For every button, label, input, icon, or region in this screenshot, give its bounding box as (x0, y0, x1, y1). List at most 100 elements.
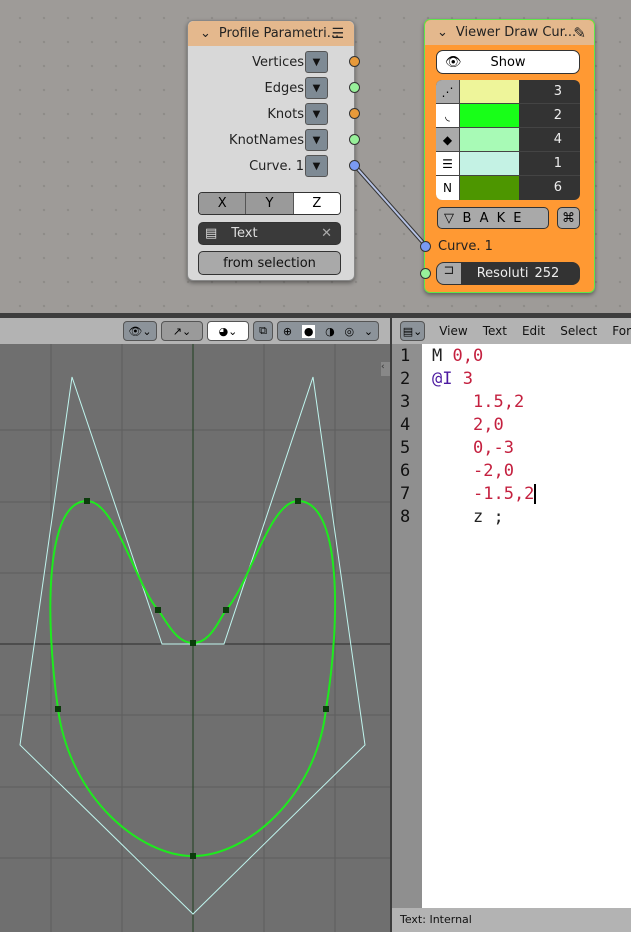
rendered-icon[interactable]: ◎ (345, 325, 355, 338)
text-editor[interactable]: ▤⌄ View Text Edit Select For 1 2 3 4 5 6… (392, 318, 631, 932)
code-line: -2,0 (473, 461, 514, 481)
clear-icon[interactable]: ✕ (321, 226, 332, 241)
curve-icon[interactable]: ◟ (436, 104, 460, 127)
3d-viewport[interactable]: 👁⌄ ↗⌄ ◕⌄ ⧉ ⊕ ● ◑ ◎ ⌄ ‹ (0, 318, 390, 932)
overlays-icon: ◕⌄ (218, 324, 238, 338)
menu-icon[interactable]: ☰ (331, 26, 344, 42)
output-edges: Edges (264, 80, 305, 96)
text-icon: ▤ (205, 226, 218, 241)
axis-y-button[interactable]: Y (246, 193, 294, 214)
bake-label: B A K E (462, 210, 524, 226)
eye-icon: 👁 (445, 54, 462, 70)
gizmo-button[interactable]: ↗⌄ (161, 321, 203, 341)
display-settings-grid: ⋰ 3 ◟ 2 ◆ 4 ☰ 1 N 6 (436, 80, 580, 200)
axis-selector: X Y Z (198, 192, 341, 215)
knot-color-swatch[interactable] (460, 128, 519, 151)
xray-icon: ⧉ (259, 324, 267, 337)
socket-edges[interactable] (349, 82, 360, 93)
input-curve-label: Curve. 1 (438, 239, 493, 254)
shading-dropdown-icon[interactable]: ⌄ (364, 325, 373, 338)
menu-edit[interactable]: Edit (522, 324, 545, 338)
vertex-color-swatch[interactable] (460, 80, 519, 103)
pencil-icon[interactable]: ✎ (573, 24, 586, 42)
node-editor[interactable]: ⌄ Profile Parametri... ☰ Vertices ▼ Edges ▼ … (0, 0, 631, 313)
text-field-value: Text (231, 226, 258, 241)
normal-size-field[interactable]: 6 (519, 176, 580, 200)
solid-icon[interactable]: ● (301, 324, 316, 338)
visibility-selectability-button[interactable]: 👁⌄ (123, 321, 157, 341)
text-editor-icon: ▤⌄ (402, 324, 423, 338)
sidebar-toggle-icon[interactable]: ‹ (381, 362, 390, 376)
output-curve: Curve. 1 (249, 158, 304, 174)
code-area[interactable]: M 0,0 @I 3 1.5,2 2,0 0,-3 -2,0 -1.5,2 z … (392, 344, 631, 908)
eye-cursor-icon: 👁⌄ (128, 324, 152, 338)
edges-icon[interactable]: ☰ (436, 152, 460, 175)
axis-z-button[interactable]: Z (293, 193, 340, 214)
socket-vertices[interactable] (349, 56, 360, 67)
bake-options-icon: ⌘ (562, 210, 575, 226)
dropdown-button[interactable]: ▼ (305, 77, 328, 99)
edge-color-swatch[interactable] (460, 152, 519, 175)
code-line: 2,0 (473, 415, 504, 435)
dropdown-button[interactable]: ▼ (305, 129, 328, 151)
code-line: 0,-3 (473, 438, 514, 458)
menu-select[interactable]: Select (560, 324, 597, 338)
dropdown-button[interactable]: ▼ (305, 155, 328, 177)
knots (55, 498, 329, 859)
dropdown-button[interactable]: ▼ (305, 103, 328, 125)
curve-color-swatch[interactable] (460, 104, 519, 127)
n-icon[interactable]: N (436, 176, 460, 200)
viewport-header: 👁⌄ ↗⌄ ◕⌄ ⧉ ⊕ ● ◑ ◎ ⌄ (0, 318, 390, 344)
menu-view[interactable]: View (439, 324, 467, 338)
curve-width-field[interactable]: 2 (519, 104, 580, 127)
profile-parametric-node[interactable]: ⌄ Profile Parametri... ☰ Vertices ▼ Edges ▼ … (187, 20, 360, 281)
resolution-icon: ⊐ (437, 263, 461, 284)
shading-modes: ⊕ ● ◑ ◎ ⌄ (277, 321, 379, 341)
dropdown-button[interactable]: ▼ (305, 51, 328, 73)
axis-x-button[interactable]: X (199, 193, 247, 214)
code-line: M 0,0 (432, 346, 484, 366)
code-line-with-cursor: -1.5,2 (473, 484, 537, 504)
node-title: Viewer Draw Cur... (455, 25, 577, 40)
output-vertices: Vertices (252, 54, 304, 70)
socket-knots[interactable] (349, 108, 360, 119)
text-editor-header: ▤⌄ View Text Edit Select For (392, 318, 631, 344)
grid (0, 318, 390, 932)
code-line: z ; (473, 507, 504, 527)
collapse-chevron-icon[interactable]: ⌄ (200, 26, 211, 41)
resolution-label: Resoluti (476, 266, 529, 281)
resolution-value: 252 (534, 266, 560, 281)
bake-options-button[interactable]: ⌘ (557, 207, 580, 229)
socket-knotnames[interactable] (349, 134, 360, 145)
output-knots: Knots (267, 106, 304, 122)
edge-width-field[interactable]: 1 (519, 152, 580, 175)
output-knotnames: KnotNames (229, 132, 304, 148)
show-toggle[interactable]: 👁 Show (436, 50, 580, 74)
show-label: Show (490, 54, 526, 70)
code-line: @I 3 (432, 369, 473, 389)
wireframe-icon[interactable]: ⊕ (283, 325, 292, 338)
text-datablock-field[interactable]: ▤ Text ✕ (198, 222, 341, 245)
normal-color-swatch[interactable] (460, 176, 519, 200)
vertex-size-field[interactable]: 3 (519, 80, 580, 103)
diamond-icon[interactable]: ◆ (436, 128, 460, 151)
socket-curve-input[interactable] (420, 241, 431, 252)
material-icon[interactable]: ◑ (325, 325, 335, 338)
xray-button[interactable]: ⧉ (253, 321, 273, 341)
menu-text[interactable]: Text (483, 324, 507, 338)
status-footer: Text: Internal (392, 908, 631, 932)
editor-type-button[interactable]: ▤⌄ (400, 321, 426, 341)
socket-curve[interactable] (349, 160, 360, 171)
bake-button[interactable]: ▽ B A K E (437, 207, 549, 229)
from-selection-button[interactable]: from selection (198, 251, 341, 275)
code-line: 1.5,2 (473, 392, 525, 412)
knot-size-field[interactable]: 4 (519, 128, 580, 151)
socket-resolution[interactable] (420, 268, 431, 279)
collapse-chevron-icon[interactable]: ⌄ (437, 25, 448, 40)
gizmo-icon: ↗⌄ (172, 324, 192, 338)
menu-format[interactable]: For (612, 324, 631, 338)
overlays-button[interactable]: ◕⌄ (207, 321, 249, 341)
vertex-icon[interactable]: ⋰ (436, 80, 460, 103)
viewport-canvas (0, 318, 390, 932)
resolution-field[interactable]: ⊐ Resoluti 252 (436, 262, 580, 285)
